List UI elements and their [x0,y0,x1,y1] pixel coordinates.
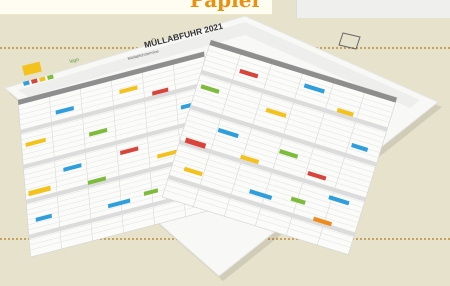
poster-svg: MÜLLABFUHR 2021 Müllabfuhrtermine logo [3,15,442,281]
brand-logo-text: logo [69,57,80,65]
yellow-label-icon [22,61,42,76]
calendar-poster: MÜLLABFUHR 2021 Müllabfuhrtermine logo [0,0,450,286]
crest-icon [338,32,361,50]
